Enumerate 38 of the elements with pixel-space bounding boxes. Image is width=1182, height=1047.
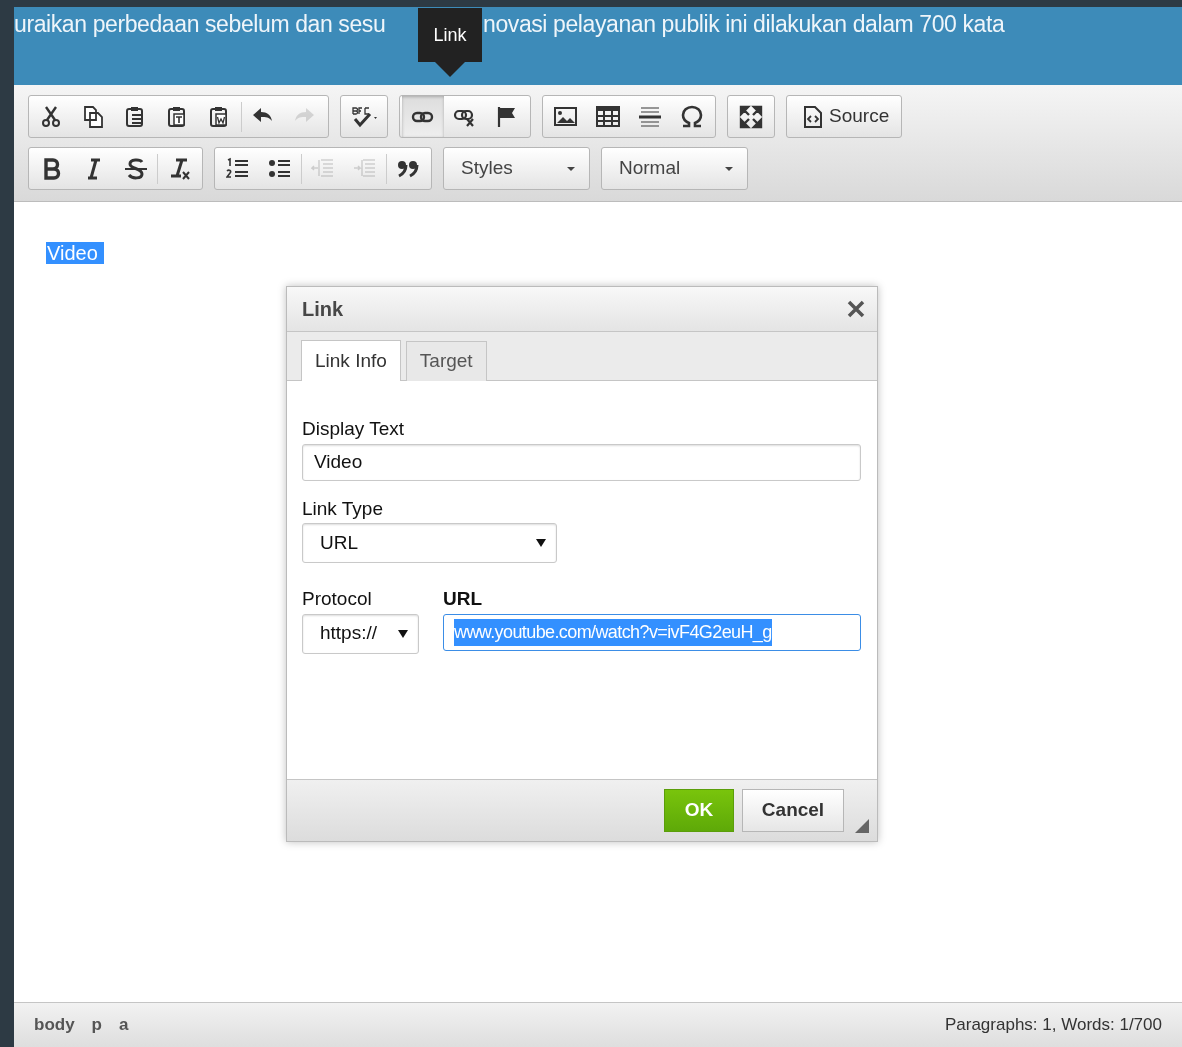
tooltip-arrow-icon <box>435 62 465 77</box>
field-label: Display Text <box>302 417 406 441</box>
strikethrough-icon <box>124 156 148 181</box>
page-heading-text: novasi pelayanan publik ini dilakukan dalam 700 kata <box>483 10 1005 39</box>
spellcheck-icon <box>350 104 378 129</box>
numbered-list-icon <box>226 156 250 181</box>
horizontal-rule-icon <box>638 104 662 129</box>
maximize-icon <box>739 104 763 129</box>
copy-icon <box>82 104 106 129</box>
element-path-item[interactable]: body <box>34 1015 75 1035</box>
toolbar-button[interactable] <box>402 96 444 137</box>
text-field[interactable]: Video <box>302 443 861 481</box>
select-field[interactable]: URL <box>302 523 557 563</box>
caret-icon <box>725 166 733 171</box>
select-field[interactable]: https:// <box>302 613 419 654</box>
field-label: Link Type <box>302 496 384 521</box>
dropdown-arrow-icon <box>536 539 546 547</box>
source-icon <box>801 104 825 129</box>
dialog-tab[interactable]: Target <box>405 341 487 381</box>
omega-icon <box>680 104 704 129</box>
image-icon <box>554 104 578 129</box>
resize-handle-icon[interactable] <box>855 819 869 833</box>
dialog-title: Link <box>302 297 344 322</box>
field-label: URL <box>443 587 484 611</box>
page-heading-text: uraikan perbedaan sebelum dan sesu <box>14 10 387 39</box>
element-path-item[interactable]: p <box>91 1015 102 1035</box>
field-label: Protocol <box>302 587 373 611</box>
dropdown-arrow-icon <box>398 629 408 638</box>
source-button[interactable]: Source <box>789 96 900 137</box>
close-icon[interactable] <box>847 300 865 318</box>
cancel-button[interactable]: Cancel <box>742 789 844 832</box>
table-icon <box>596 104 620 129</box>
status-text: Paragraphs: 1, Words: 1/700 <box>944 1014 1162 1037</box>
caret-icon <box>567 166 575 171</box>
element-path-item[interactable]: a <box>119 1015 129 1035</box>
dropdown[interactable]: Normal <box>604 148 745 189</box>
dialog-tab[interactable]: Link Info <box>301 340 401 381</box>
dropdown[interactable]: Styles <box>446 148 587 189</box>
